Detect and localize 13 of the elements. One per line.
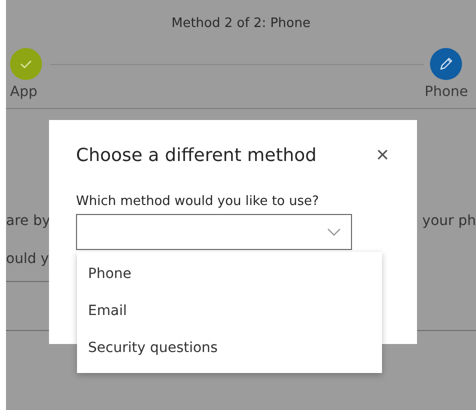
text-fragment: are by — [6, 213, 50, 229]
dropdown-option[interactable]: Phone — [77, 256, 382, 293]
dropdown-option[interactable]: Security questions — [77, 330, 382, 367]
text-fragment: ould y — [6, 251, 49, 267]
step-heading: Method 2 of 2: Phone — [170, 15, 312, 33]
close-button[interactable]: × — [374, 142, 391, 168]
dropdown-option[interactable]: Email — [77, 293, 382, 330]
field-label: Which method would you like to use? — [76, 194, 320, 209]
step-label: Phone — [424, 84, 468, 100]
text-fragment: your ph — [422, 213, 476, 229]
step-label: App — [10, 84, 38, 100]
chevron-icon — [327, 228, 341, 236]
dialog-title: Choose a different method — [76, 144, 317, 166]
